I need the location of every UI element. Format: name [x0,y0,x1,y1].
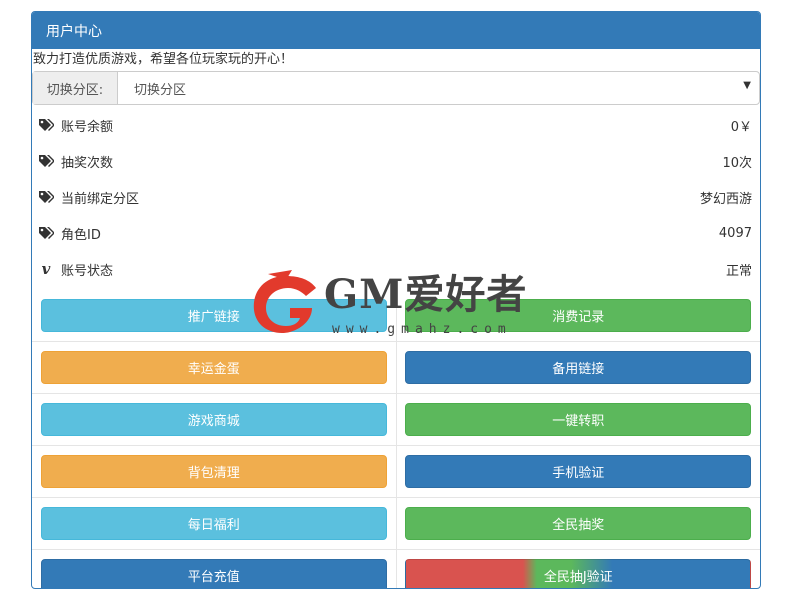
account-info-list: 账号余额 0￥ 抽奖次数 10次 当前绑定分区 梦幻西游 角色ID 4097 v [32,107,760,287]
dropdown-caret-icon: ▼ [743,80,751,91]
info-value: 正常 [725,263,752,279]
panel-title: 用户中心 [32,12,760,49]
info-value: 梦幻西游 [699,191,752,207]
tags-icon [38,189,54,205]
info-row-role-id: 角色ID 4097 [32,215,760,251]
info-label: 账号余额 [61,119,114,135]
zone-switcher: 切换分区: 切换分区 ▼ [32,71,760,105]
game-shop-button[interactable]: 游戏商城 [40,403,387,436]
info-row-draws: 抽奖次数 10次 [32,143,760,179]
info-label: 当前绑定分区 [61,191,140,207]
lucky-egg-button[interactable]: 幸运金蛋 [40,351,387,384]
zone-select[interactable]: 切换分区 ▼ [118,72,759,104]
lottery-verify-button[interactable]: 全民抽J验证 [405,559,752,588]
info-value: 4097 [718,225,752,241]
button-row: 推广链接 消费记录 [32,290,760,341]
clear-bag-button[interactable]: 背包清理 [40,455,387,488]
spending-record-button[interactable]: 消费记录 [405,299,752,332]
tags-icon [38,225,54,241]
info-row-balance: 账号余额 0￥ [32,107,760,143]
lottery-button[interactable]: 全民抽奖 [405,507,752,540]
button-row: 平台充值 全民抽J验证 [32,549,760,588]
tags-icon [38,153,54,169]
zone-select-value: 切换分区 [134,82,187,98]
button-row: 幸运金蛋 备用链接 [32,341,760,393]
phone-verify-button[interactable]: 手机验证 [405,455,752,488]
info-row-status: v 账号状态 正常 [32,251,760,287]
info-row-zone: 当前绑定分区 梦幻西游 [32,179,760,215]
tags-icon [38,117,54,133]
button-row: 背包清理 手机验证 [32,445,760,497]
user-center-panel: 用户中心 致力打造优质游戏，希望各位玩家玩的开心！ 切换分区: 切换分区 ▼ 账… [31,11,761,589]
vimeo-icon: v [41,260,51,278]
zone-label: 切换分区: [33,72,118,104]
one-click-transfer-button[interactable]: 一键转职 [405,403,752,436]
info-value: 10次 [722,155,752,171]
backup-link-button[interactable]: 备用链接 [405,351,752,384]
action-button-grid: 推广链接 消费记录 幸运金蛋 备用链接 游戏商城 一键转职 背包清理 手机验证 … [32,290,760,588]
info-label: 账号状态 [61,263,114,279]
info-label: 角色ID [61,227,101,243]
button-row: 每日福利 全民抽奖 [32,497,760,549]
info-value: 0￥ [730,119,752,135]
recharge-button[interactable]: 平台充值 [40,559,387,588]
promo-link-button[interactable]: 推广链接 [40,299,387,332]
slogan-text: 致力打造优质游戏，希望各位玩家玩的开心！ [33,52,294,67]
daily-bonus-button[interactable]: 每日福利 [40,507,387,540]
info-label: 抽奖次数 [61,155,114,171]
button-row: 游戏商城 一键转职 [32,393,760,445]
